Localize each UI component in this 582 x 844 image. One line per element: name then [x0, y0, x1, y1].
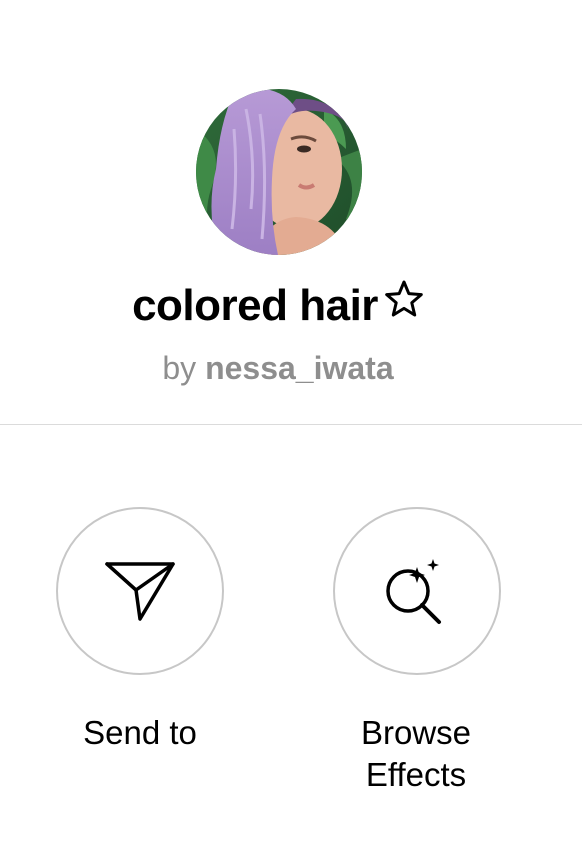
- divider: [0, 424, 582, 425]
- creator-byline: by nessa_iwata: [0, 346, 556, 390]
- effect-title-text: colored hair: [132, 281, 378, 330]
- avatar-photo: [196, 89, 362, 255]
- send-to-label: Send to: [83, 714, 197, 751]
- browse-effects-button[interactable]: [333, 507, 501, 675]
- creator-username-link[interactable]: nessa_iwata: [205, 350, 394, 386]
- creator-avatar[interactable]: [196, 89, 362, 255]
- browse-effects-label-line: Browse Effects: [360, 714, 472, 793]
- send-to-button[interactable]: [56, 507, 224, 675]
- effect-sheet: colored hair by nessa_iwata Send to Brow…: [0, 0, 582, 844]
- browse-effects-label: Browse Effects: [316, 712, 516, 796]
- sparkle-search-icon: [386, 559, 441, 624]
- star-outline-icon[interactable]: [384, 275, 424, 335]
- effect-title: colored hair: [0, 276, 556, 336]
- paper-plane-icon: [105, 562, 175, 621]
- byline-prefix: by: [162, 350, 197, 386]
